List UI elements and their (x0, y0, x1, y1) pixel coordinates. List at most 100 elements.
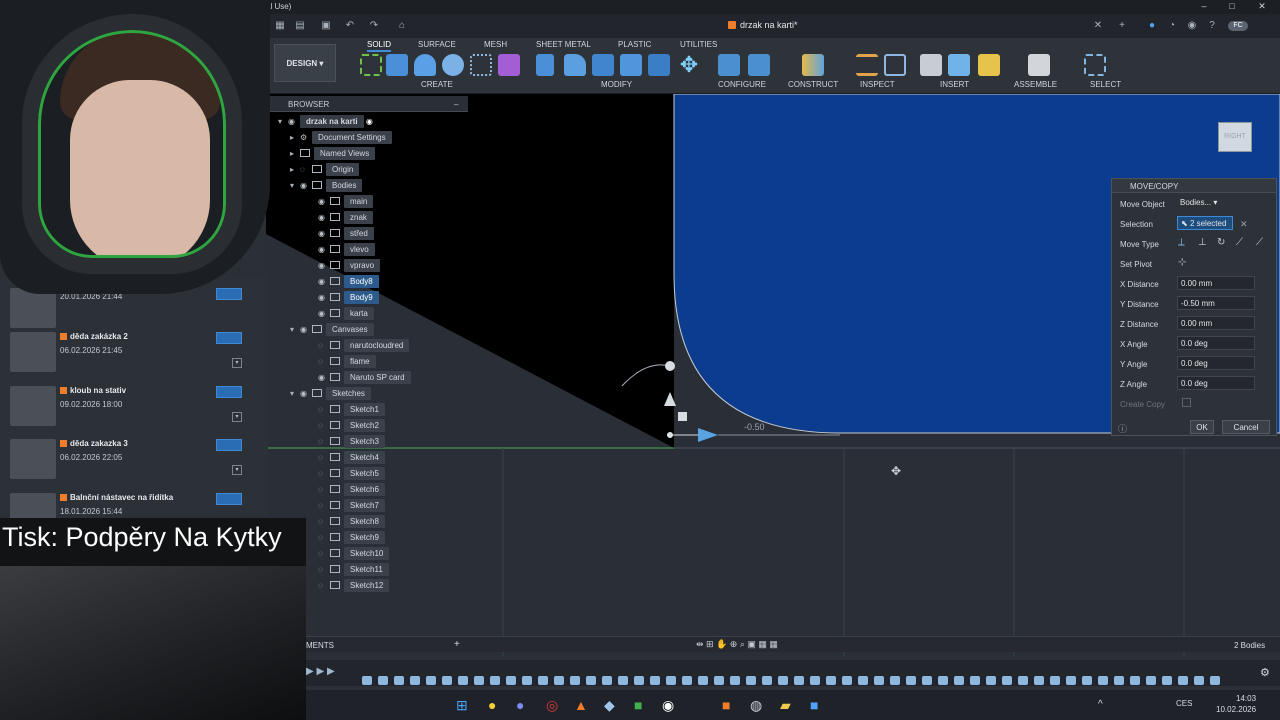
maximize-icon[interactable]: □ (1222, 1, 1242, 11)
open-project-button[interactable] (216, 386, 242, 398)
tree-root[interactable]: ▾ ◉ drzak na karti ◉ (278, 115, 373, 131)
dimension-label[interactable]: -0.50 (744, 422, 765, 432)
joint-icon[interactable] (1028, 54, 1050, 76)
eye-icon[interactable]: ◉ (300, 181, 312, 190)
eye-icon[interactable]: ◌ (300, 165, 312, 174)
notifications-icon[interactable]: ◉ (1186, 21, 1198, 31)
configure-table-icon[interactable] (748, 54, 770, 76)
select-icon[interactable] (1084, 54, 1106, 76)
z-angle-field[interactable]: 0.0 deg (1177, 376, 1255, 390)
tab-mesh[interactable]: MESH (484, 40, 507, 49)
workspace-switcher[interactable]: DESIGN ▾ (274, 44, 336, 82)
tab-sheet-metal[interactable]: SHEET METAL (536, 40, 591, 49)
tree-item[interactable]: ◌ Sketch11 (318, 563, 389, 579)
offset-plane-icon[interactable] (802, 54, 824, 76)
eye-icon[interactable]: ◌ (318, 581, 330, 590)
tree-item[interactable]: ◉ Body8 (318, 275, 379, 291)
eye-icon[interactable]: ◉ (318, 261, 330, 270)
eye-icon[interactable]: ◉ (318, 373, 330, 382)
eye-icon[interactable]: ◌ (318, 357, 330, 366)
selection-field[interactable]: ⬉ 2 selected (1177, 216, 1233, 230)
app-icon[interactable]: ■ (634, 697, 642, 713)
clock-date[interactable]: 10.02.2026 (1216, 705, 1256, 714)
eye-icon[interactable]: ◌ (318, 405, 330, 414)
tree-item[interactable]: ◌ Sketch7 (318, 499, 385, 515)
combine-icon[interactable] (648, 54, 670, 76)
set-pivot-icon[interactable]: ⊹ (1178, 257, 1186, 268)
tree-item[interactable]: ◉ vpravo (318, 259, 381, 275)
open-project-button[interactable] (216, 493, 242, 505)
add-comment-icon[interactable]: + (454, 639, 460, 650)
tree-item[interactable]: ◌ flame (318, 355, 376, 371)
eye-icon[interactable]: ◌ (318, 517, 330, 526)
y-distance-field[interactable]: -0.50 mm (1177, 296, 1255, 310)
timeline-settings-icon[interactable]: ⚙ (1260, 666, 1270, 679)
group-configure[interactable]: CONFIGURE (718, 80, 766, 89)
open-project-button[interactable] (216, 332, 242, 344)
clock-time[interactable]: 14:03 (1236, 694, 1256, 703)
tree-item[interactable]: ◉ Body9 (318, 291, 379, 307)
tree-item[interactable]: ▾ ◉ Sketches (290, 387, 371, 403)
eye-icon[interactable]: ◉ (318, 229, 330, 238)
point-to-position-icon[interactable]: ⟋ (1256, 237, 1263, 248)
undo-icon[interactable]: ↶ (344, 21, 356, 31)
timeline-features[interactable] (362, 668, 1242, 685)
github-icon[interactable]: ◍ (750, 697, 762, 714)
dialog-header[interactable]: MOVE/COPY (1112, 179, 1276, 193)
ok-button[interactable]: OK (1190, 420, 1214, 434)
move-copy-icon[interactable]: ✥ (678, 54, 700, 76)
tab-surface[interactable]: SURFACE (418, 40, 456, 49)
translate-icon[interactable]: ⊥ (1198, 237, 1207, 248)
eye-icon[interactable]: ◌ (318, 421, 330, 430)
tree-item[interactable]: ◌ Sketch6 (318, 483, 385, 499)
eye-icon[interactable]: ◉ (318, 197, 330, 206)
obs-icon[interactable]: ◉ (662, 697, 674, 714)
fusion-icon[interactable]: ■ (722, 697, 730, 713)
eye-icon[interactable]: ◉ (288, 117, 300, 126)
file-menu-icon[interactable]: ▤ (294, 21, 306, 31)
create-copy-checkbox[interactable] (1182, 398, 1191, 407)
eye-icon[interactable]: ◉ (318, 245, 330, 254)
minimize-icon[interactable]: – (1194, 1, 1214, 11)
tree-item[interactable]: ◌ Sketch9 (318, 531, 385, 547)
group-inspect[interactable]: INSPECT (860, 80, 895, 89)
tree-item[interactable]: ▾ ◉ Canvases (290, 323, 374, 339)
tree-item[interactable]: ◉ main (318, 195, 374, 211)
fillet-icon[interactable] (564, 54, 586, 76)
eye-icon[interactable]: ◌ (318, 501, 330, 510)
avatar[interactable]: FC (1228, 21, 1248, 31)
group-select[interactable]: SELECT (1090, 80, 1121, 89)
tree-item[interactable]: ◉ Naruto SP card (318, 371, 411, 387)
insert-mcmaster-icon[interactable] (978, 54, 1000, 76)
steam-icon[interactable]: ◆ (604, 697, 615, 714)
eye-icon[interactable]: ◌ (318, 565, 330, 574)
open-project-button[interactable] (216, 288, 242, 300)
eye-icon[interactable]: ◌ (318, 453, 330, 462)
insert-derive-icon[interactable] (920, 54, 942, 76)
collapse-icon[interactable]: – (454, 100, 458, 109)
tree-item[interactable]: ▸ ⚙ Document Settings (290, 131, 392, 147)
discord-icon[interactable]: ● (516, 697, 524, 713)
timeline-play-icon[interactable]: ▶ ▶ ▶ (306, 666, 335, 677)
tree-item[interactable]: ◉ vlevo (318, 243, 375, 259)
eye-icon[interactable]: ◉ (318, 309, 330, 318)
tab-utilities[interactable]: UTILITIES (680, 40, 717, 49)
file-explorer-icon[interactable]: ▰ (780, 697, 791, 714)
opera-icon[interactable]: ◎ (546, 697, 558, 714)
group-assemble[interactable]: ASSEMBLE (1014, 80, 1057, 89)
close-icon[interactable]: ✕ (1252, 1, 1272, 12)
project-item[interactable]: děda zakázka 2 06.02.2026 21:45 ▾ (10, 328, 242, 378)
eye-icon[interactable]: ◉ (300, 389, 312, 398)
tree-item[interactable]: ◌ Sketch4 (318, 451, 385, 467)
tree-item[interactable]: ▾ ◉ Bodies (290, 179, 363, 195)
extensions-icon[interactable]: ● (1146, 21, 1158, 31)
pattern-icon[interactable] (470, 54, 492, 76)
eye-icon[interactable]: ◌ (318, 533, 330, 542)
group-construct[interactable]: CONSTRUCT (788, 80, 838, 89)
rotate-icon[interactable]: ↻ (1217, 237, 1225, 248)
project-item[interactable]: kloub na stativ 09.02.2026 18:00 ▾ (10, 382, 242, 432)
tree-item[interactable]: ◌ Sketch10 (318, 547, 390, 563)
cancel-button[interactable]: Cancel (1222, 420, 1270, 434)
group-create[interactable]: CREATE (421, 80, 453, 89)
info-icon[interactable]: ⓘ (1118, 422, 1127, 435)
